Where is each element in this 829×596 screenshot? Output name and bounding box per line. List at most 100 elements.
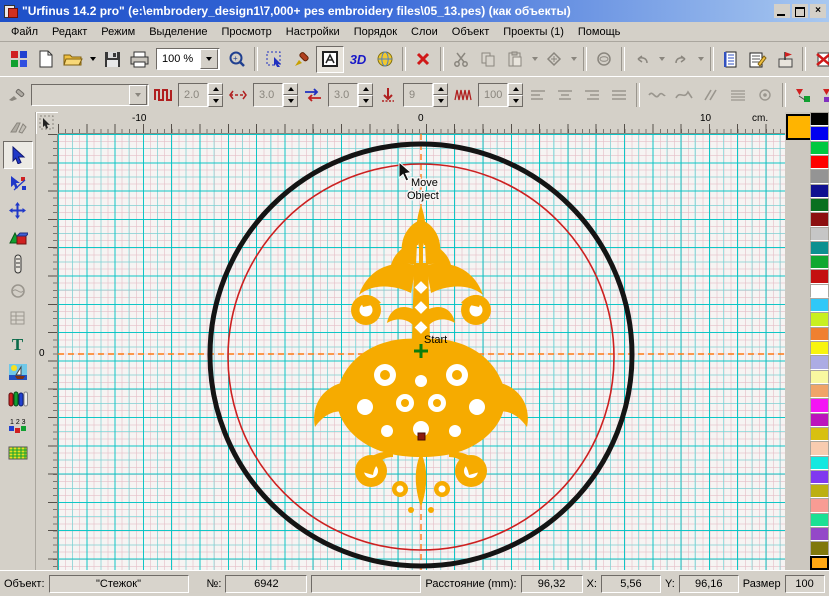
align-right-button[interactable] [579, 82, 605, 107]
color-swatch-26[interactable] [810, 470, 829, 484]
paste-special-button[interactable] [541, 47, 567, 72]
menu-item-8[interactable]: Слои [404, 24, 445, 40]
color-swatch-3[interactable] [810, 141, 829, 155]
stitch-view-button[interactable] [316, 46, 344, 73]
color-swatch-1[interactable] [810, 112, 829, 126]
spin-down-button[interactable] [508, 95, 523, 107]
spin-up-button[interactable] [358, 83, 373, 95]
threads-tool-button[interactable] [4, 386, 32, 412]
paste-special-dropdown-button[interactable] [568, 48, 579, 71]
density-tool-button[interactable] [150, 82, 176, 107]
image-tool-button[interactable] [4, 359, 32, 385]
color-swatch-30[interactable] [810, 527, 829, 541]
menu-item-11[interactable]: Помощь [571, 24, 628, 40]
select-tool-button[interactable] [3, 141, 33, 169]
maximize-button[interactable] [792, 4, 808, 18]
color-swatch-29[interactable] [810, 513, 829, 527]
color-swatch-11[interactable] [810, 255, 829, 269]
stitch-bar-tool-button[interactable] [4, 251, 32, 277]
fill-density-tool-button[interactable] [450, 82, 476, 107]
zoom-dropdown-button[interactable] [200, 49, 218, 69]
color-swatch-27[interactable] [810, 484, 829, 498]
curve-tool-1-button[interactable] [644, 82, 670, 107]
spin-down-button[interactable] [433, 95, 448, 107]
current-color-swatch[interactable] [786, 114, 812, 140]
fill-pattern-tool-button[interactable] [4, 440, 32, 466]
paste-dropdown-button[interactable] [529, 48, 540, 71]
color-swatch-13[interactable] [810, 284, 829, 298]
globe-button[interactable] [372, 47, 398, 72]
horizontal-ruler[interactable]: -10 0 10 cm. [58, 112, 785, 134]
new-file-button[interactable] [33, 47, 59, 72]
ruler-origin-button[interactable] [36, 112, 60, 136]
density-spinner[interactable]: 2.0 [178, 83, 223, 107]
width-spinner[interactable]: 3.0 [328, 83, 373, 107]
color-swatch-23[interactable] [810, 427, 829, 441]
view-3d-button[interactable]: 3D [345, 47, 371, 72]
menu-item-6[interactable]: Настройки [279, 24, 347, 40]
spin-down-button[interactable] [358, 95, 373, 107]
close-button[interactable]: × [810, 4, 826, 18]
menu-item-9[interactable]: Объект [445, 24, 496, 40]
text-tool-button[interactable]: T [4, 332, 32, 358]
menu-item-10[interactable]: Проекты (1) [496, 24, 571, 40]
open-dropdown-button[interactable] [87, 48, 98, 71]
copy-button[interactable] [475, 47, 501, 72]
spin-up-button[interactable] [508, 83, 523, 95]
color-swatch-12[interactable] [810, 269, 829, 283]
color-manager-button[interactable] [6, 47, 32, 72]
count-spinner[interactable]: 9 [403, 83, 448, 107]
underlay-tool-button[interactable] [375, 82, 401, 107]
transform-button[interactable] [591, 47, 617, 72]
color-swatch-14[interactable] [810, 298, 829, 312]
curve-tool-2-button[interactable] [671, 82, 697, 107]
hoop-flag-button[interactable] [772, 47, 798, 72]
spin-down-button[interactable] [208, 95, 223, 107]
color-swatch-4[interactable] [810, 155, 829, 169]
color-swatch-7[interactable] [810, 198, 829, 212]
color-swatch-19[interactable] [810, 370, 829, 384]
undo-button[interactable] [629, 47, 655, 72]
length-spinner[interactable]: 3.0 [253, 83, 298, 107]
slant-tool-button[interactable] [698, 82, 724, 107]
align-justify-button[interactable] [606, 82, 632, 107]
menu-item-3[interactable]: Режим [94, 24, 142, 40]
node-edit-tool-button[interactable] [4, 170, 32, 196]
align-left-button[interactable] [525, 82, 551, 107]
stitch-edit-button[interactable] [4, 82, 30, 107]
edit-notes-button[interactable] [745, 47, 771, 72]
color-swatch-16[interactable] [810, 327, 829, 341]
color-swatch-25[interactable] [810, 456, 829, 470]
start-end-points-button[interactable] [790, 82, 816, 107]
minimize-button[interactable] [774, 4, 790, 18]
stitch-length-tool-button[interactable] [225, 82, 251, 107]
menu-item-2[interactable]: Редакт [45, 24, 94, 40]
color-swatch-9[interactable] [810, 227, 829, 241]
select-region-button[interactable] [262, 47, 288, 72]
redo-button[interactable] [668, 47, 694, 72]
design-canvas[interactable]: Start Move Object [58, 134, 785, 570]
move-tool-button[interactable] [4, 197, 32, 223]
color-order-tool-button[interactable]: 1 2 3 [4, 413, 32, 439]
color-swatch-5[interactable] [810, 169, 829, 183]
print-button[interactable] [126, 47, 152, 72]
color-swatch-15[interactable] [810, 312, 829, 326]
target-tool-button[interactable] [752, 82, 778, 107]
undo-dropdown-button[interactable] [656, 48, 667, 71]
open-file-button[interactable] [60, 47, 86, 72]
menu-item-4[interactable]: Выделение [142, 24, 214, 40]
color-swatch-31[interactable] [810, 541, 829, 555]
color-swatch-21[interactable] [810, 398, 829, 412]
color-swatch-18[interactable] [810, 355, 829, 369]
scale-spinner[interactable]: 100 [478, 83, 523, 107]
stitch-type-combobox[interactable] [31, 84, 149, 106]
color-swatch-20[interactable] [810, 384, 829, 398]
close-file-button[interactable] [410, 47, 436, 72]
color-swatch-28[interactable] [810, 498, 829, 512]
color-points-button[interactable] [817, 82, 829, 107]
stitch-type-dropdown-button[interactable] [129, 85, 147, 105]
save-button[interactable] [99, 47, 125, 72]
cut-button[interactable] [448, 47, 474, 72]
color-swatch-6[interactable] [810, 184, 829, 198]
color-swatch-24[interactable] [810, 441, 829, 455]
